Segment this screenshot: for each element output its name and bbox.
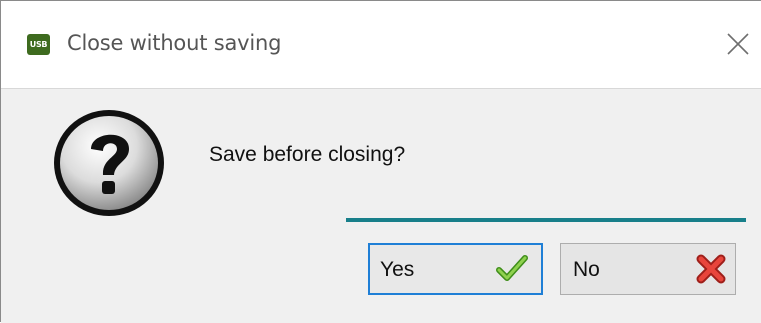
accent-divider — [346, 218, 746, 222]
no-button-label: No — [573, 258, 600, 281]
close-icon[interactable] — [725, 31, 751, 57]
yes-button[interactable]: Yes — [368, 243, 543, 295]
dialog-body: Save before closing? Yes No — [1, 89, 761, 323]
dialog-window: USB Close without saving Save before clo… — [0, 0, 761, 323]
red-x-icon — [695, 254, 727, 284]
checkmark-icon — [496, 254, 528, 284]
app-icon: USB — [27, 34, 50, 55]
yes-button-label: Yes — [380, 258, 415, 281]
dialog-message: Save before closing? — [209, 143, 406, 166]
question-icon — [51, 107, 167, 219]
no-button[interactable]: No — [560, 243, 736, 295]
window-title: Close without saving — [67, 31, 282, 55]
title-bar[interactable]: USB Close without saving — [1, 1, 761, 89]
